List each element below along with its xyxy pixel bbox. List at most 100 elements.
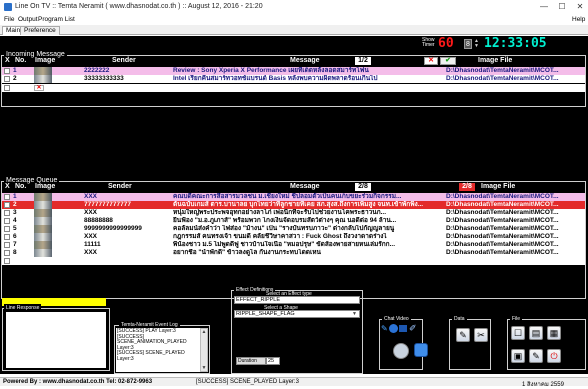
thumbnail-image [34, 75, 52, 83]
save-icon[interactable]: ▣ [511, 349, 525, 363]
status-bar: Powered By : www.dhasnodat.co.th Tel: 02… [0, 377, 588, 388]
col-image: Image [35, 183, 56, 190]
scroll-down-icon[interactable]: ▼ [201, 365, 207, 371]
queue-page-red: 2/8 [459, 183, 475, 191]
minimize-button[interactable]: — [537, 1, 551, 12]
checkbox[interactable] [4, 242, 10, 248]
image-file-cell: D:\Dhasnodat\TemtaNeramit\MCOT... [446, 225, 559, 232]
checkbox[interactable] [4, 85, 10, 91]
sender-cell: 11111 [84, 241, 101, 248]
thumbnail-image [34, 209, 52, 217]
col-image: Image [35, 57, 56, 64]
effect-type-select[interactable]: EFFECT_RIPPLE [234, 296, 360, 304]
line-response-label: Line Response [4, 304, 42, 312]
table-row[interactable]: 2 33333333333 Intel เรียกคืนสมาร์ทวอทช์แบร… [2, 75, 585, 83]
checkbox[interactable] [4, 250, 10, 256]
table-row[interactable]: 1 2222222 Review : Sony Xperia X Performan… [2, 67, 585, 75]
tab-preference[interactable]: Preference [20, 26, 60, 35]
status-message: [SUCCESS] SCENE_PLAYED Layer:3 [196, 379, 299, 385]
pick-icon[interactable]: ✐ [409, 323, 417, 334]
checkbox[interactable] [4, 76, 10, 82]
timer-value: 60 [438, 36, 454, 51]
checkbox[interactable] [4, 194, 10, 200]
checkbox[interactable] [4, 202, 10, 208]
image-file-cell: D:\Dhasnodat\TemtaNeramit\MCOT... [446, 201, 559, 208]
event-log-lines: [SUCCESS] PLAY Layer:3 [SUCCESS] SCENE_ANI… [117, 328, 199, 362]
thumbnail-image [34, 249, 52, 257]
checkbox[interactable] [4, 210, 10, 216]
show-timer-label: Show Timer [422, 38, 435, 48]
col-message: Message [290, 57, 320, 64]
tab-strip [0, 25, 588, 35]
message-cell: ยื่นฟ้อง "ม.อ.ภูเภาส์" พร้อมพวก โกงเงินจ… [173, 217, 397, 224]
row-number: 8 [13, 249, 17, 256]
exit-icon[interactable]: ⏻ [547, 349, 561, 363]
maximize-button[interactable]: ☐ [555, 1, 569, 12]
row-number: 6 [13, 233, 17, 240]
duration-input[interactable]: 25 [266, 357, 280, 365]
checkbox[interactable] [4, 234, 10, 240]
image-file-cell: D:\Dhasnodat\TemtaNeramit\MCOT... [446, 249, 559, 256]
image-file-cell: D:\Dhasnodat\TemtaNeramit\MCOT... [446, 193, 559, 200]
col-no: No. [15, 57, 27, 64]
checkbox[interactable] [4, 218, 10, 224]
tools-icon[interactable]: ✂ [474, 328, 488, 342]
table-row[interactable]: 5 9999999999999999 คอลัลมน์ส่งคำว่า ไฟส่อง… [2, 225, 585, 233]
table-row[interactable]: 1 XXX คณบดีคณะการสื่อสารมวลชน ม.เชียงใหม่ … [2, 193, 585, 201]
chevron-down-icon[interactable]: ▼ [352, 311, 357, 317]
table-row[interactable]: 8 XXX อยากชื่อ "น้ำพักดี" ข้าวลงดูไล กันงา… [2, 249, 585, 257]
row-number: 5 [13, 225, 17, 232]
sender-cell: XXX [84, 233, 98, 240]
menu-bar [0, 14, 588, 24]
line-response-input[interactable] [6, 312, 106, 368]
data-label: Data [452, 315, 467, 323]
main-panel: Show Timer 60 8 ▲ ▼ 12:33:05 Incoming Mes… [0, 36, 588, 374]
checkbox[interactable] [4, 226, 10, 232]
spinner-arrows-icon[interactable]: ▲ ▼ [474, 39, 480, 49]
new-file-icon[interactable]: ☐ [511, 326, 525, 340]
image-file-cell: D:\Dhasnodat\TemtaNeramit\MCOT... [446, 75, 559, 82]
approve-icon[interactable]: ✔ [440, 57, 456, 65]
table-row[interactable]: 3 XXX หนุ่มใหญ่พระประพจอุทกอย่างลาโภ่ เพ่อ… [2, 209, 585, 217]
queue-new-row[interactable] [2, 257, 585, 265]
no-image-icon: ✕ [34, 85, 44, 91]
close-button[interactable]: ✕ [573, 1, 587, 12]
checkbox[interactable] [4, 68, 10, 74]
pen-tool-icon[interactable]: ✎ [381, 324, 388, 333]
stop-icon[interactable] [414, 343, 428, 357]
timer-spinner[interactable]: 8 [464, 39, 472, 49]
queue-page: 2/8 [355, 183, 371, 191]
record-icon[interactable] [389, 324, 398, 333]
event-log-scrollbar[interactable]: ▲ ▼ [200, 328, 208, 372]
row-number: 2 [13, 201, 17, 208]
col-image-file: Image File [481, 183, 516, 190]
duration-label: Duration [236, 357, 266, 365]
edit-data-icon[interactable]: ✎ [456, 328, 470, 342]
open-folder-icon[interactable]: ▦ [547, 326, 561, 340]
table-row[interactable]: 7 11111 พี่น้องชาว ม.5 ไม่พูดดีฟู ชาวบ้านใ… [2, 241, 585, 249]
delete-icon[interactable]: ✕ [424, 57, 438, 65]
col-no: No. [15, 183, 27, 190]
open-file-icon[interactable]: ▤ [529, 326, 543, 340]
play-icon[interactable] [393, 343, 409, 359]
menu-program-list[interactable]: Program List [38, 16, 75, 23]
incoming-new-row[interactable]: ✕ [2, 84, 585, 92]
shape-select[interactable]: RIPPLE_SHAPE_FLAG [234, 310, 360, 318]
screen-icon[interactable] [399, 325, 407, 332]
clock-time: 12:33:05 [484, 36, 547, 51]
table-row[interactable]: 2 7777777777777 ต้นฉบับเกมส์ ตาร.บานาลย บุ… [2, 201, 585, 209]
col-x: X [5, 57, 10, 64]
log-line: Layer:3 [117, 355, 134, 362]
save-as-icon[interactable]: ✎ [529, 349, 543, 363]
sender-cell: 88888888 [84, 217, 113, 224]
checkbox[interactable] [4, 258, 10, 264]
table-row[interactable]: 6 XXX กฎกรรมส์ คนทรงเจ้า ขนมดี คลัยชีวิษาค… [2, 233, 585, 241]
thumbnail-image [34, 225, 52, 233]
menu-output[interactable]: Output [18, 16, 38, 23]
menu-file[interactable]: File [4, 16, 14, 23]
table-row[interactable]: 4 88888888 ยื่นฟ้อง "ม.อ.ภูเภาส์" พร้อมพวก… [2, 217, 585, 225]
app-icon [4, 3, 12, 11]
file-label: File [510, 315, 523, 323]
menu-help[interactable]: Help [572, 16, 585, 23]
scroll-up-icon[interactable]: ▲ [201, 329, 207, 335]
